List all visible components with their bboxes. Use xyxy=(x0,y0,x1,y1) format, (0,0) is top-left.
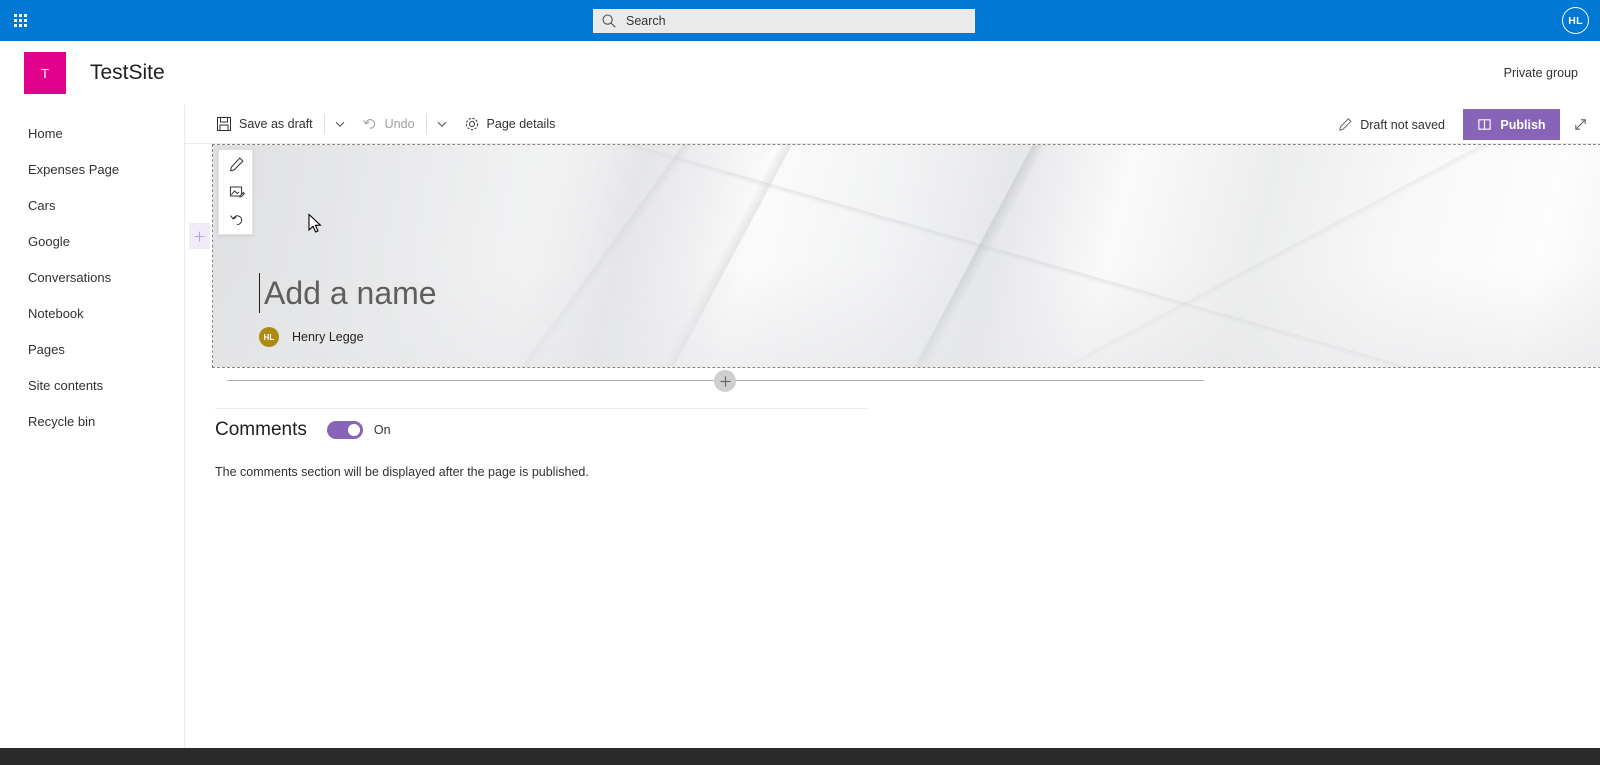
draft-status-label: Draft not saved xyxy=(1360,117,1445,132)
publish-button[interactable]: Publish xyxy=(1463,109,1560,140)
comments-toggle-label: On xyxy=(373,423,391,437)
group-privacy-label: Private group xyxy=(1503,66,1578,80)
left-navigation: Home Expenses Page Cars Google Conversat… xyxy=(0,105,185,765)
app-launcher-button[interactable] xyxy=(0,0,40,41)
chevron-down-icon xyxy=(437,121,446,127)
suite-bar: HL xyxy=(0,0,1600,41)
pencil-icon xyxy=(1339,118,1352,131)
command-separator-1 xyxy=(323,114,325,134)
comments-toggle[interactable] xyxy=(326,421,363,439)
chevron-down-icon xyxy=(335,121,345,127)
sidebar-item-expenses-page[interactable]: Expenses Page xyxy=(0,151,184,187)
sidebar-item-home[interactable]: Home xyxy=(0,115,184,151)
page-details-label: Page details xyxy=(486,117,556,131)
command-separator-2 xyxy=(425,114,427,134)
sidebar-item-recycle-bin[interactable]: Recycle bin xyxy=(0,403,184,439)
pencil-icon xyxy=(229,157,244,172)
publish-label: Publish xyxy=(1500,117,1546,132)
sidebar-item-notebook[interactable]: Notebook xyxy=(0,295,184,331)
add-section-left-button[interactable] xyxy=(189,223,210,249)
save-as-draft-label: Save as draft xyxy=(239,117,313,131)
comments-divider xyxy=(215,408,868,409)
undo-icon xyxy=(229,215,242,226)
undo-label: Undo xyxy=(384,117,415,131)
expand-button[interactable] xyxy=(1560,105,1600,144)
add-section-button[interactable] xyxy=(714,370,736,392)
expand-diagonal-icon xyxy=(1574,119,1586,130)
hero-change-image-button[interactable] xyxy=(219,178,254,206)
hero-edit-toolbar xyxy=(218,149,253,235)
app-launcher-icon xyxy=(13,14,27,27)
search-input[interactable] xyxy=(626,11,967,31)
search-icon xyxy=(602,14,616,28)
author-avatar: HL xyxy=(259,327,279,347)
change-image-icon xyxy=(229,186,245,198)
gear-icon xyxy=(465,117,478,131)
comments-note: The comments section will be displayed a… xyxy=(215,465,589,479)
comments-header: Comments On xyxy=(215,419,391,441)
undo-options-chevron-button[interactable] xyxy=(429,105,455,144)
plus-icon xyxy=(719,375,731,387)
comments-toggle-knob xyxy=(347,424,360,436)
search-box[interactable] xyxy=(593,9,975,33)
undo-button[interactable]: Undo xyxy=(353,105,424,144)
command-bar-right: Draft not saved Publish xyxy=(1330,105,1600,144)
plus-icon xyxy=(194,231,205,241)
sidebar-item-pages[interactable]: Pages xyxy=(0,331,184,367)
comments-title: Comments xyxy=(215,419,307,440)
save-options-chevron-button[interactable] xyxy=(327,105,353,144)
hero-web-part[interactable]: Add a name HL Henry Legge xyxy=(212,144,1600,368)
command-bar: Save as draft Undo Page details Draft no… xyxy=(185,105,1600,144)
save-icon xyxy=(217,117,231,131)
hero-edit-button[interactable] xyxy=(219,150,254,178)
user-avatar[interactable]: HL xyxy=(1562,7,1589,34)
author-name: Henry Legge xyxy=(292,330,364,344)
save-as-draft-button[interactable]: Save as draft xyxy=(207,105,322,144)
site-header: T TestSite Private group xyxy=(0,41,1600,105)
hero-author: HL Henry Legge xyxy=(259,327,364,347)
sidebar-item-cars[interactable]: Cars xyxy=(0,187,184,223)
sidebar-item-google[interactable]: Google xyxy=(0,223,184,259)
page-canvas: Add a name HL Henry Legge Comments On Th… xyxy=(185,144,1600,748)
page-details-button[interactable]: Page details xyxy=(455,105,565,144)
site-logo[interactable]: T xyxy=(24,52,66,94)
sidebar-item-conversations[interactable]: Conversations xyxy=(0,259,184,295)
hero-undo-button[interactable] xyxy=(219,206,254,234)
site-title[interactable]: TestSite xyxy=(90,61,165,85)
bottom-bar xyxy=(0,748,1600,765)
undo-icon xyxy=(362,119,375,129)
hero-title-placeholder[interactable]: Add a name xyxy=(259,273,437,313)
sidebar-item-site-contents[interactable]: Site contents xyxy=(0,367,184,403)
draft-status[interactable]: Draft not saved xyxy=(1330,105,1453,144)
publish-icon xyxy=(1478,119,1492,130)
